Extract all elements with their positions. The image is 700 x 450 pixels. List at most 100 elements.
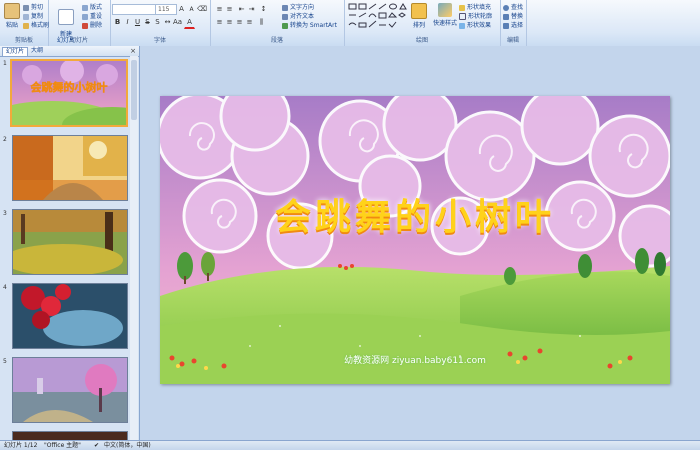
line-spacing-icon[interactable]: ↕	[258, 4, 269, 15]
delete-icon	[82, 22, 88, 29]
shapes-gallery[interactable]	[348, 3, 408, 31]
smartart-label: 转换为 SmartArt	[290, 22, 337, 29]
scrollbar-thumb[interactable]	[131, 60, 137, 120]
layout-button[interactable]: 版式	[82, 2, 102, 11]
paragraph-group: ≡ ≡ ⇤ ⇥ ↕ ≡ ≡ ≡ ≡ ⫼ 文字方向 对齐文本 转换为 SmartA…	[210, 0, 345, 46]
copy-button[interactable]: 复制	[23, 11, 43, 20]
arrange-button[interactable]: 排列	[410, 3, 428, 29]
columns-icon[interactable]: ⫼	[256, 17, 267, 28]
paste-button[interactable]: 粘贴	[3, 3, 21, 29]
paste-icon	[4, 3, 20, 19]
current-slide[interactable]: 会跳舞的小树叶 幼教资源网 ziyuan.baby611.com	[160, 96, 670, 384]
copy-label: 复制	[31, 13, 44, 20]
slide-number: 1	[3, 60, 7, 67]
align-text-button[interactable]: 对齐文本	[282, 11, 314, 20]
slides-group-label: 幻灯片	[69, 37, 88, 44]
slides-panel: 幻灯片 大纲 × 1 会跳舞的小树叶 2 3 4 5	[0, 46, 140, 442]
tab-slides[interactable]: 幻灯片	[2, 47, 29, 56]
quick-styles-button[interactable]: 快速样式	[432, 3, 458, 27]
close-icon[interactable]: ×	[130, 47, 136, 55]
delete-label: 删除	[90, 22, 103, 29]
arrange-label: 排列	[412, 22, 425, 29]
tab-outline[interactable]: 大纲	[28, 47, 46, 55]
arrange-icon	[411, 3, 427, 19]
slide-title[interactable]: 会跳舞的小树叶	[160, 188, 670, 240]
drawing-group: 排列 快速样式 形状填充 形状轮廓 形状效果 绘图	[344, 0, 501, 46]
new-slide-icon	[58, 9, 74, 25]
align-text-label: 对齐文本	[290, 13, 315, 20]
outline-icon	[459, 13, 466, 20]
fantasy-landscape-image	[13, 358, 127, 422]
shape-effects-button[interactable]: 形状效果	[459, 20, 491, 29]
increase-indent-icon[interactable]: ⇥	[246, 4, 257, 15]
font-name-box[interactable]	[112, 4, 156, 15]
slide-1-preview: 会跳舞的小树叶	[12, 61, 126, 125]
panel-scrollbar[interactable]	[130, 56, 138, 440]
panel-tabs: 幻灯片 大纲 ×	[0, 46, 139, 57]
copy-icon	[23, 13, 29, 20]
scissors-icon	[23, 4, 29, 11]
shape-outline-button[interactable]: 形状轮廓	[459, 11, 492, 20]
change-case-icon[interactable]: Aa	[172, 17, 183, 28]
effects-icon	[459, 22, 465, 29]
find-icon	[503, 4, 509, 11]
slide-thumbnail-4[interactable]	[12, 283, 128, 349]
layout-label: 版式	[90, 4, 103, 11]
shape-fill-label: 形状填充	[467, 4, 492, 11]
select-button[interactable]: 选择	[503, 20, 523, 29]
font-group: 115 A A ⌫ B I U S S ↔ Aa A 字体	[110, 0, 211, 46]
justify-icon[interactable]: ≡	[244, 17, 255, 28]
reset-label: 重设	[90, 13, 103, 20]
text-direction-icon	[282, 4, 288, 11]
quick-styles-label: 快速样式	[432, 20, 457, 27]
clear-format-icon[interactable]: ⌫	[196, 4, 207, 15]
text-direction-label: 文字方向	[290, 4, 315, 11]
format-painter-button[interactable]: 格式刷	[23, 20, 49, 29]
shape-outline-label: 形状轮廓	[468, 13, 493, 20]
slide-editor: 会跳舞的小树叶 幼教资源网 ziyuan.baby611.com	[140, 46, 700, 440]
slide-background-art	[160, 96, 670, 384]
font-color-icon[interactable]: A	[184, 17, 195, 29]
smartart-icon	[282, 22, 288, 29]
text-direction-button[interactable]: 文字方向	[282, 2, 314, 11]
slide-thumbnail-3[interactable]	[12, 209, 128, 275]
font-group-label: 字体	[153, 37, 166, 44]
slide-thumbnail-5[interactable]	[12, 357, 128, 423]
smartart-button[interactable]: 转换为 SmartArt	[282, 20, 337, 29]
layout-icon	[82, 4, 88, 11]
watermark-text: 幼教资源网 ziyuan.baby611.com	[344, 356, 486, 366]
clipboard-group: 粘贴 剪切 复制 格式刷 剪贴板	[0, 0, 49, 46]
cut-button[interactable]: 剪切	[23, 2, 43, 11]
shape-fill-button[interactable]: 形状填充	[459, 2, 491, 11]
select-label: 选择	[511, 22, 524, 29]
slide-thumbnail-1[interactable]: 会跳舞的小树叶	[10, 59, 128, 127]
slide-number: 5	[3, 358, 7, 365]
replace-icon	[503, 13, 509, 20]
replace-label: 替换	[511, 13, 524, 20]
slide-1-preview-title: 会跳舞的小树叶	[31, 80, 108, 94]
paragraph-group-label: 段落	[270, 37, 283, 44]
red-leaves-water-image	[13, 284, 127, 348]
brush-icon	[23, 22, 29, 29]
align-text-icon	[282, 13, 288, 20]
find-label: 查找	[511, 4, 524, 11]
quick-styles-icon	[438, 3, 452, 17]
editing-group: 查找 替换 选择 编辑	[500, 0, 527, 46]
autumn-road-image	[13, 136, 127, 200]
ribbon: 粘贴 剪切 复制 格式刷 剪贴板 新建 幻灯片 版式 重设 删除 幻灯片 115…	[0, 0, 700, 47]
reset-icon	[82, 13, 88, 20]
delete-button[interactable]: 删除	[82, 20, 102, 29]
slide-number: 2	[3, 136, 7, 143]
find-button[interactable]: 查找	[503, 2, 523, 11]
numbering-icon[interactable]: ≡	[224, 4, 235, 15]
editing-group-label: 编辑	[506, 37, 519, 44]
format-painter-label: 格式刷	[31, 22, 50, 29]
fill-icon	[459, 4, 465, 11]
replace-button[interactable]: 替换	[503, 11, 523, 20]
reset-button[interactable]: 重设	[82, 11, 102, 20]
cut-label: 剪切	[31, 4, 44, 11]
slide-number: 3	[3, 210, 7, 217]
slide-thumbnail-2[interactable]	[12, 135, 128, 201]
slide-number: 4	[3, 284, 7, 291]
font-size-box[interactable]: 115	[155, 4, 177, 15]
